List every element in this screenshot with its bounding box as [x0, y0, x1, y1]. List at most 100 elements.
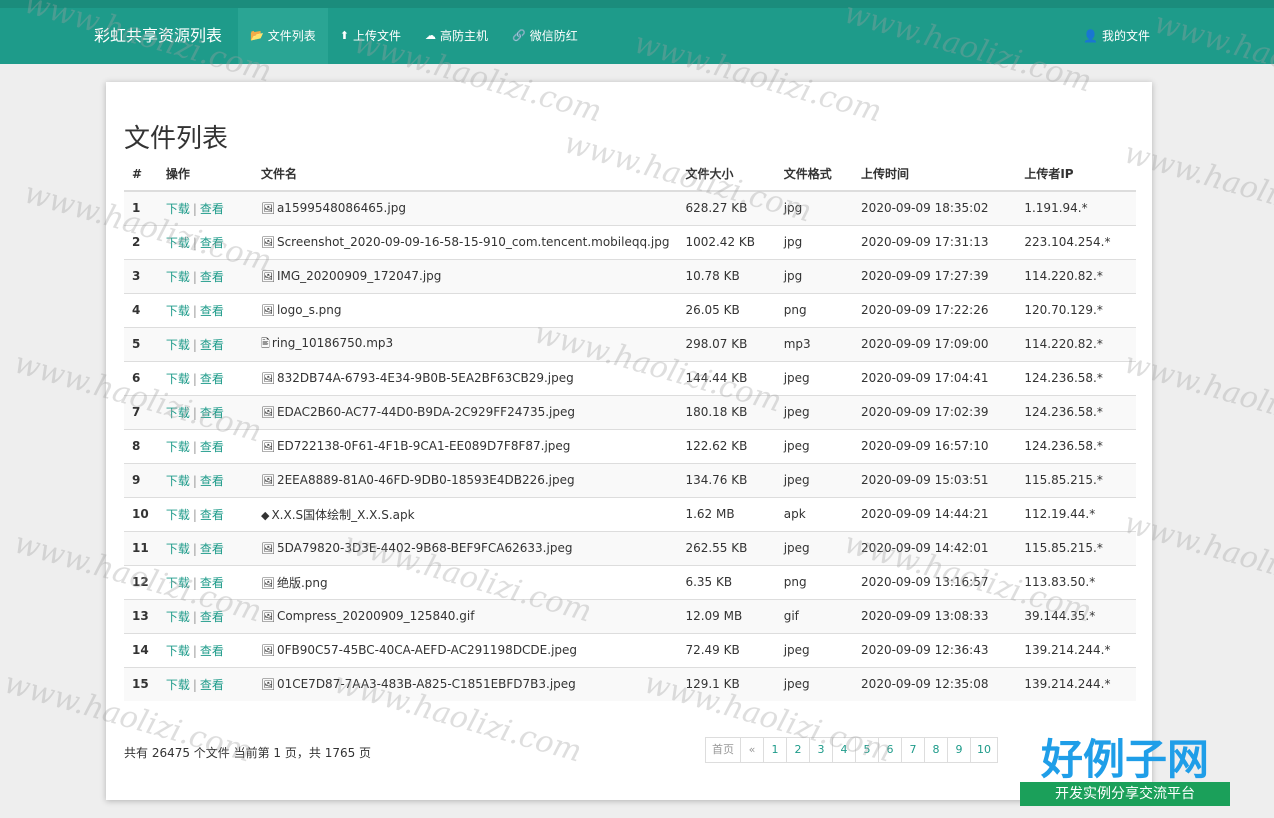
- file-name: 832DB74A-6793-4E34-9B0B-5EA2BF63CB29.jpe…: [276, 371, 574, 385]
- file-size: 12.09 MB: [677, 598, 776, 633]
- view-link[interactable]: 查看: [200, 372, 224, 386]
- download-link[interactable]: 下载: [166, 372, 190, 386]
- file-name-cell: 🖼 IMG_20200909_172047.jpg: [252, 258, 678, 293]
- file-name-cell: 🖼 832DB74A-6793-4E34-9B0B-5EA2BF63CB29.jp…: [252, 360, 678, 395]
- table-row: 9 下载 | 查看 🖼 2EEA8889-81A0-46FD-9DB0-18593E4DB…: [124, 462, 1136, 497]
- file-name-cell: ◆ X.X.S国体绘制_X.X.S.apk: [252, 496, 678, 531]
- file-icon: 🖼: [260, 474, 275, 487]
- row-actions: 下载 | 查看: [157, 224, 253, 259]
- file-icon: 🖹: [260, 336, 270, 350]
- download-link[interactable]: 下载: [166, 508, 190, 522]
- upload-time: 2020-09-09 12:35:08: [853, 666, 1017, 701]
- download-link[interactable]: 下载: [166, 678, 190, 692]
- action-separator: |: [192, 371, 197, 386]
- page-link[interactable]: 2: [786, 737, 810, 763]
- download-link[interactable]: 下载: [166, 440, 190, 454]
- file-size: 298.07 KB: [677, 326, 776, 361]
- row-actions: 下载 | 查看: [157, 598, 253, 633]
- view-link[interactable]: 查看: [200, 202, 224, 216]
- row-index: 12: [124, 564, 158, 599]
- table-row: 2 下载 | 查看 🖼 Screenshot_2020-09-09-16-58-15-91…: [124, 224, 1136, 259]
- file-icon: 🖼: [260, 304, 275, 317]
- download-link[interactable]: 下载: [166, 338, 190, 352]
- page-link[interactable]: 9: [947, 737, 971, 763]
- download-link[interactable]: 下载: [166, 610, 190, 624]
- page-link[interactable]: 8: [924, 737, 948, 763]
- page-link[interactable]: 4: [832, 737, 856, 763]
- file-name: ring_10186750.mp3: [271, 335, 394, 350]
- table-row: 10 下载 | 查看 ◆ X.X.S国体绘制_X.X.S.apk 1.62 MB apk 202…: [124, 496, 1136, 531]
- uploader-ip: 120.70.129.*: [1016, 292, 1136, 327]
- download-link[interactable]: 下载: [166, 474, 190, 488]
- view-link[interactable]: 查看: [200, 338, 224, 352]
- uploader-ip: 114.220.82.*: [1016, 258, 1136, 293]
- file-size: 122.62 KB: [677, 428, 776, 463]
- nav-item-2[interactable]: ☁ 高防主机: [413, 8, 500, 64]
- file-name: Compress_20200909_125840.gif: [276, 609, 475, 623]
- file-type: jpeg: [775, 462, 854, 497]
- view-link[interactable]: 查看: [200, 474, 224, 488]
- file-icon: 🖼: [260, 678, 275, 692]
- file-name-cell: 🖼 EDAC2B60-AC77-44D0-B9DA-2C929FF24735.jp…: [252, 394, 678, 429]
- file-name: ED722138-0F61-4F1B-9CA1-EE089D7F8F87.jpe…: [276, 439, 571, 453]
- file-name-cell: 🖼 0FB90C57-45BC-40CA-AEFD-AC291198DCDE.jp…: [252, 632, 678, 667]
- download-link[interactable]: 下载: [166, 576, 190, 590]
- action-separator: |: [192, 337, 197, 352]
- view-link[interactable]: 查看: [200, 270, 224, 284]
- file-type: jpeg: [775, 632, 854, 667]
- row-index: 9: [124, 462, 158, 497]
- upload-time: 2020-09-09 17:04:41: [853, 360, 1017, 395]
- nav-item-0[interactable]: 📂 文件列表: [238, 8, 328, 64]
- download-link[interactable]: 下载: [166, 202, 190, 216]
- pagination-summary: 共有 26475 个文件 当前第 1 页，共 1765 页: [124, 746, 372, 760]
- download-link[interactable]: 下载: [166, 236, 190, 250]
- page-link[interactable]: 6: [878, 737, 902, 763]
- row-index: 4: [124, 292, 158, 327]
- page-link[interactable]: 首页: [705, 737, 741, 763]
- view-link[interactable]: 查看: [200, 236, 224, 250]
- download-link[interactable]: 下载: [166, 406, 190, 420]
- uploader-ip: 124.236.58.*: [1016, 428, 1136, 463]
- view-link[interactable]: 查看: [200, 304, 224, 318]
- page-link[interactable]: «: [740, 737, 764, 763]
- download-link[interactable]: 下载: [166, 270, 190, 284]
- upload-time: 2020-09-09 14:42:01: [853, 530, 1017, 565]
- view-link[interactable]: 查看: [200, 610, 224, 624]
- file-icon: 🖼: [260, 406, 275, 419]
- file-name-cell: 🖼 logo_s.png: [252, 292, 678, 327]
- upload-time: 2020-09-09 12:36:43: [853, 632, 1017, 667]
- nav-item-1[interactable]: ⬆ 上传文件: [328, 8, 413, 64]
- page-link[interactable]: 5: [855, 737, 879, 763]
- download-link[interactable]: 下载: [166, 304, 190, 318]
- table-row: 14 下载 | 查看 🖼 0FB90C57-45BC-40CA-AEFD-AC291198…: [124, 632, 1136, 667]
- page-link[interactable]: 1: [763, 737, 787, 763]
- file-name: X.X.S国体绘制_X.X.S.apk: [271, 507, 415, 522]
- view-link[interactable]: 查看: [200, 678, 224, 692]
- view-link[interactable]: 查看: [200, 508, 224, 522]
- nav-item-3[interactable]: 🔗 微信防红: [500, 8, 590, 64]
- uploader-ip: 124.236.58.*: [1016, 394, 1136, 429]
- upload-time: 2020-09-09 13:08:33: [853, 598, 1017, 633]
- upload-icon: ⬆: [339, 29, 349, 42]
- row-actions: 下载 | 查看: [157, 530, 253, 565]
- file-name-cell: 🖼 2EEA8889-81A0-46FD-9DB0-18593E4DB226.jp…: [252, 462, 678, 497]
- pagination: 首页 «1 2 3 4 5 6 7 8 9 10: [705, 737, 998, 763]
- page-link[interactable]: 7: [901, 737, 925, 763]
- uploader-ip: 115.85.215.*: [1016, 530, 1136, 565]
- download-link[interactable]: 下载: [166, 542, 190, 556]
- view-link[interactable]: 查看: [200, 406, 224, 420]
- uploader-ip: 115.85.215.*: [1016, 462, 1136, 497]
- page-link[interactable]: 10: [970, 737, 998, 763]
- page-link[interactable]: 3: [809, 737, 833, 763]
- view-link[interactable]: 查看: [200, 542, 224, 556]
- my-files-link[interactable]: 👤 我的文件: [1083, 8, 1150, 64]
- file-size: 262.55 KB: [677, 530, 776, 565]
- file-icon: 🖼: [260, 202, 275, 216]
- view-link[interactable]: 查看: [200, 644, 224, 658]
- view-link[interactable]: 查看: [200, 576, 224, 590]
- table-row: 11 下载 | 查看 🖼 5DA79820-3D3E-4402-9B68-BEF9FCA6…: [124, 530, 1136, 565]
- brand-title[interactable]: 彩虹共享资源列表: [94, 8, 222, 64]
- uploader-ip: 113.83.50.*: [1016, 564, 1136, 599]
- view-link[interactable]: 查看: [200, 440, 224, 454]
- download-link[interactable]: 下载: [166, 644, 190, 658]
